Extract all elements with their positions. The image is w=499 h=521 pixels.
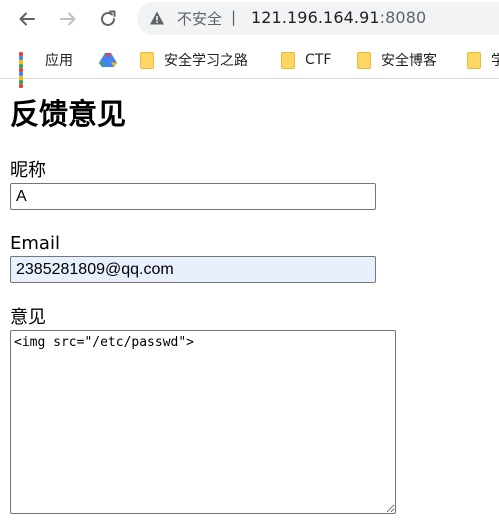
page-title: 反馈意见 <box>10 97 127 131</box>
email-input[interactable] <box>10 256 376 283</box>
email-label: Email <box>10 233 60 254</box>
folder-icon <box>357 51 371 69</box>
back-button[interactable] <box>14 6 40 32</box>
browser-toolbar: 不安全 | 121.196.164.91:8080 <box>0 0 499 38</box>
folder-icon <box>467 51 481 69</box>
reload-button[interactable] <box>95 6 121 32</box>
url-host: 121.196.164.91 <box>251 8 380 27</box>
feedback-textarea[interactable]: <img src="/etc/passwd"> <box>10 330 396 514</box>
insecure-label[interactable]: 不安全 <box>177 8 222 29</box>
folder-icon <box>140 51 154 69</box>
nickname-label: 昵称 <box>10 160 46 181</box>
bookmark-apps[interactable]: 应用 <box>19 42 73 88</box>
google-drive-icon <box>99 53 117 67</box>
bookmark-folder-security-learning[interactable]: 安全学习之路 <box>140 42 248 78</box>
nickname-input[interactable] <box>10 183 376 210</box>
folder-icon <box>281 51 295 69</box>
bookmark-label: 安全博客 <box>381 53 437 69</box>
bookmark-label: 应用 <box>45 53 73 69</box>
forward-button[interactable] <box>55 6 81 32</box>
warning-icon[interactable] <box>149 10 165 26</box>
apps-grid-icon <box>19 52 35 88</box>
arrow-left-icon <box>19 12 35 26</box>
url-separator: | <box>231 8 237 26</box>
address-bar[interactable]: 不安全 | 121.196.164.91:8080 <box>137 2 499 35</box>
bookmark-folder-study[interactable]: 学 <box>467 42 499 78</box>
bookmarks-bar: 应用 安全学习之路 CTF 安全博客 学 <box>0 42 499 88</box>
reload-icon <box>101 10 116 26</box>
arrow-right-icon <box>60 12 76 26</box>
url-port: :8080 <box>379 8 427 27</box>
url-text[interactable]: 121.196.164.91:8080 <box>251 8 426 27</box>
bookmark-drive[interactable] <box>99 42 117 78</box>
feedback-label: 意见 <box>10 307 46 328</box>
bookmark-label: 学 <box>491 53 499 69</box>
bookmark-folder-security-blog[interactable]: 安全博客 <box>357 42 437 78</box>
bookmark-label: CTF <box>305 52 332 68</box>
bookmark-folder-ctf[interactable]: CTF <box>281 42 331 78</box>
bookmark-label: 安全学习之路 <box>164 53 248 69</box>
